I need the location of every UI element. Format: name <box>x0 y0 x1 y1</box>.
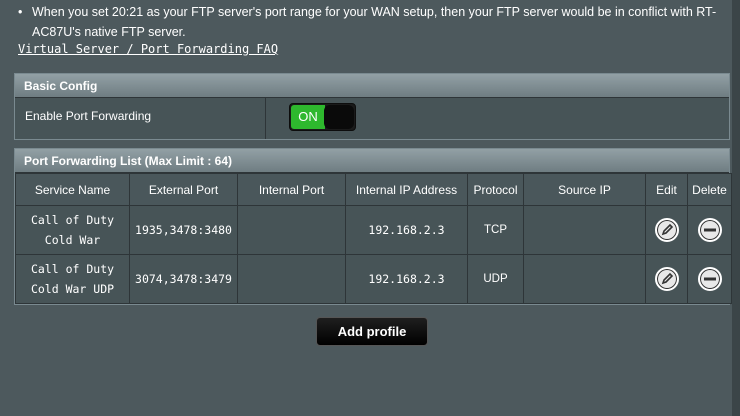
column-header: Service Name <box>15 173 130 206</box>
edit-cell <box>645 205 688 255</box>
internal-port-cell <box>237 254 346 304</box>
internal-ip-cell: 192.168.2.3 <box>345 254 468 304</box>
column-header: Internal IP Address <box>345 173 468 206</box>
enable-port-forwarding-control: ON <box>266 98 729 139</box>
edit-pencil-icon[interactable] <box>654 218 679 242</box>
protocol-cell: TCP <box>467 205 524 255</box>
enable-port-forwarding-row: Enable Port Forwarding ON <box>15 98 729 139</box>
edit-pencil-icon[interactable] <box>654 267 679 291</box>
port-forwarding-toggle[interactable]: ON <box>289 103 356 131</box>
internal-ip-cell: 192.168.2.3 <box>345 205 468 255</box>
column-header: External Port <box>129 173 238 206</box>
edit-cell <box>645 254 688 304</box>
port-forwarding-list-section: Port Forwarding List (Max Limit : 64) Se… <box>14 148 732 305</box>
service-name-cell: Call of Duty Cold War <box>15 205 130 255</box>
port-forwarding-faq-link[interactable]: Virtual Server / Port Forwarding FAQ <box>18 42 278 56</box>
table-row: Call of Duty Cold War 1935,3478:3480 192… <box>15 205 732 255</box>
enable-port-forwarding-label: Enable Port Forwarding <box>15 98 266 139</box>
external-port-cell: 3074,3478:3479 <box>129 254 238 304</box>
column-header: Source IP <box>523 173 646 206</box>
delete-cell <box>687 254 732 304</box>
toggle-knob <box>324 105 354 129</box>
internal-port-cell <box>237 205 346 255</box>
service-name-line: Cold War UDP <box>30 282 115 296</box>
add-profile-button[interactable]: Add profile <box>316 317 428 346</box>
service-name-line: Call of Duty <box>30 213 115 227</box>
source-ip-cell <box>523 254 646 304</box>
toggle-on-label: ON <box>291 105 325 129</box>
info-note: • When you set 20:21 as your FTP server'… <box>18 2 728 42</box>
delete-minus-icon[interactable] <box>697 218 722 242</box>
note-bullet: • <box>18 5 23 19</box>
basic-config-section: Basic Config Enable Port Forwarding ON <box>14 73 730 140</box>
table-row: Call of Duty Cold War UDP 3074,3478:3479… <box>15 254 732 304</box>
delete-minus-icon[interactable] <box>697 267 722 291</box>
note-text: When you set 20:21 as your FTP server's … <box>32 5 717 39</box>
service-name-cell: Call of Duty Cold War UDP <box>15 254 130 304</box>
service-name-line: Call of Duty <box>30 262 115 276</box>
port-forwarding-table: Service Name External Port Internal Port… <box>15 173 732 304</box>
scrollbar-track[interactable] <box>732 0 740 416</box>
protocol-cell: UDP <box>467 254 524 304</box>
service-name-line: Cold War <box>44 233 101 247</box>
column-header: Protocol <box>467 173 524 206</box>
basic-config-header: Basic Config <box>15 74 729 98</box>
column-header: Internal Port <box>237 173 346 206</box>
source-ip-cell <box>523 205 646 255</box>
external-port-cell: 1935,3478:3480 <box>129 205 238 255</box>
table-header-row: Service Name External Port Internal Port… <box>15 173 732 206</box>
port-forwarding-list-header: Port Forwarding List (Max Limit : 64) <box>15 149 729 173</box>
column-header: Edit <box>645 173 688 206</box>
delete-cell <box>687 205 732 255</box>
column-header: Delete <box>687 173 732 206</box>
